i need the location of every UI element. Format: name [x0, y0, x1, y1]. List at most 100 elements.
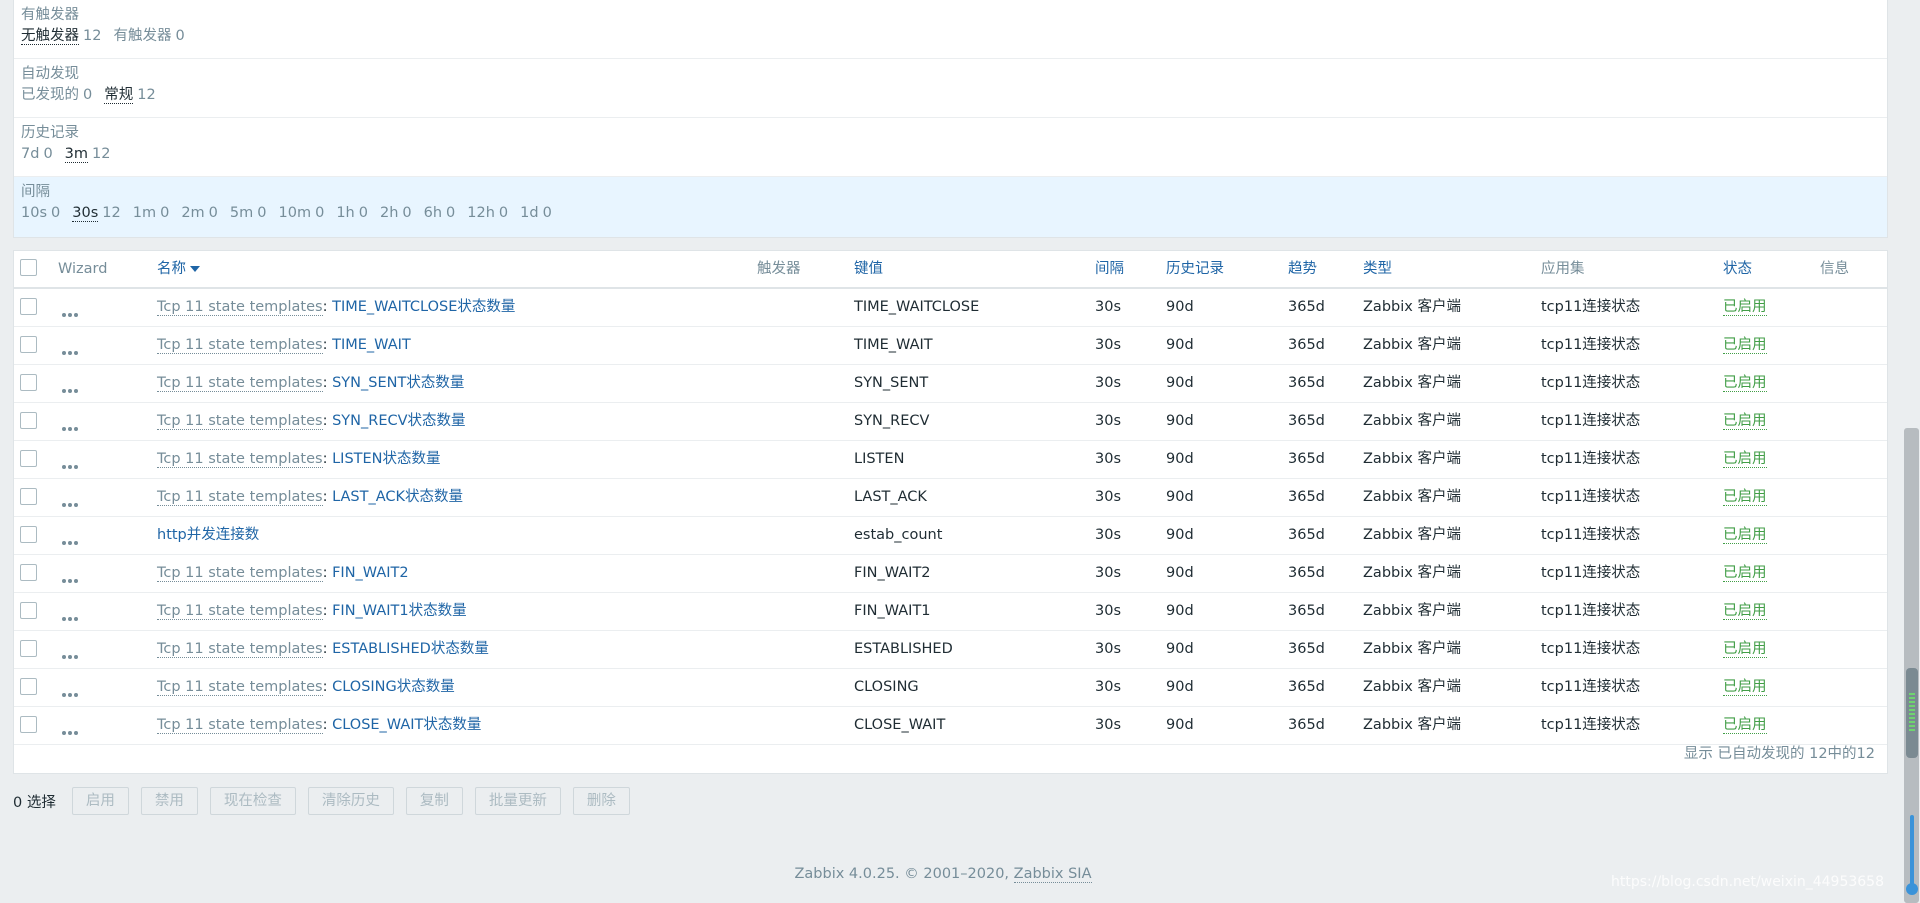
filter-option-label[interactable]: 7d	[21, 146, 39, 162]
action-button-4[interactable]: 复制	[405, 787, 463, 815]
filter-option[interactable]: 6h 0	[424, 202, 456, 224]
item-name-link[interactable]: SYN_RECV状态数量	[332, 413, 465, 429]
filter-option-label[interactable]: 1d	[520, 205, 538, 221]
row-checkbox[interactable]	[20, 602, 37, 619]
more-options-icon[interactable]	[62, 533, 80, 549]
row-checkbox[interactable]	[20, 640, 37, 657]
action-button-1[interactable]: 禁用	[140, 787, 198, 815]
item-name-link[interactable]: CLOSE_WAIT状态数量	[332, 717, 481, 733]
item-status-toggle[interactable]: 已启用	[1723, 489, 1767, 506]
filter-option[interactable]: 10m 0	[279, 202, 325, 224]
more-options-icon[interactable]	[62, 609, 80, 625]
template-link[interactable]: Tcp 11 state templates	[157, 717, 323, 734]
template-link[interactable]: Tcp 11 state templates	[157, 299, 323, 316]
item-status-toggle[interactable]: 已启用	[1723, 451, 1767, 468]
template-link[interactable]: Tcp 11 state templates	[157, 489, 323, 506]
filter-option[interactable]: 已发现的 0	[21, 84, 92, 106]
template-link[interactable]: Tcp 11 state templates	[157, 565, 323, 582]
filter-option-label[interactable]: 10s	[21, 205, 47, 221]
more-options-icon[interactable]	[62, 305, 80, 321]
item-status-toggle[interactable]: 已启用	[1723, 565, 1767, 582]
action-button-6[interactable]: 删除	[572, 787, 630, 815]
item-name-link[interactable]: FIN_WAIT1状态数量	[332, 603, 467, 619]
filter-option[interactable]: 5m 0	[230, 202, 267, 224]
filter-option[interactable]: 1m 0	[133, 202, 170, 224]
item-status-toggle[interactable]: 已启用	[1723, 375, 1767, 392]
filter-option-label[interactable]: 10m	[279, 205, 312, 221]
more-options-icon[interactable]	[62, 571, 80, 587]
filter-option-label[interactable]: 2m	[181, 205, 204, 221]
row-checkbox[interactable]	[20, 488, 37, 505]
template-link[interactable]: Tcp 11 state templates	[157, 641, 323, 658]
action-button-5[interactable]: 批量更新	[474, 787, 561, 815]
zabbix-sia-link[interactable]: Zabbix SIA	[1013, 866, 1092, 883]
column-interval[interactable]: 间隔	[1095, 251, 1124, 287]
column-history[interactable]: 历史记录	[1166, 251, 1224, 287]
row-checkbox[interactable]	[20, 298, 37, 315]
row-checkbox[interactable]	[20, 450, 37, 467]
filter-option[interactable]: 有触发器 0	[113, 25, 184, 47]
row-checkbox[interactable]	[20, 336, 37, 353]
template-link[interactable]: Tcp 11 state templates	[157, 337, 323, 354]
item-name-link[interactable]: CLOSING状态数量	[332, 679, 455, 695]
filter-option-label[interactable]: 30s	[72, 205, 99, 222]
item-name-link[interactable]: ESTABLISHED状态数量	[332, 641, 489, 657]
filter-option-label[interactable]: 5m	[230, 205, 253, 221]
more-options-icon[interactable]	[62, 457, 80, 473]
row-checkbox[interactable]	[20, 526, 37, 543]
column-type[interactable]: 类型	[1363, 251, 1392, 287]
item-status-toggle[interactable]: 已启用	[1723, 527, 1767, 544]
row-checkbox[interactable]	[20, 678, 37, 695]
item-name-link[interactable]: TIME_WAIT	[332, 337, 411, 353]
action-button-2[interactable]: 现在检查	[209, 787, 296, 815]
row-checkbox[interactable]	[20, 374, 37, 391]
more-options-icon[interactable]	[62, 495, 80, 511]
template-link[interactable]: Tcp 11 state templates	[157, 375, 323, 392]
action-button-0[interactable]: 启用	[71, 787, 129, 815]
filter-option-label[interactable]: 有触发器	[113, 28, 171, 44]
item-name-link[interactable]: http并发连接数	[157, 527, 259, 543]
column-name[interactable]: 名称	[157, 251, 200, 287]
filter-option[interactable]: 10s 0	[21, 202, 60, 224]
filter-option-label[interactable]: 常规	[104, 87, 134, 104]
filter-option[interactable]: 12h 0	[467, 202, 508, 224]
filter-option-label[interactable]: 3m	[64, 146, 89, 163]
filter-option[interactable]: 无触发器 12	[21, 25, 101, 47]
item-name-link[interactable]: LAST_ACK状态数量	[332, 489, 463, 505]
more-options-icon[interactable]	[62, 419, 80, 435]
item-status-toggle[interactable]: 已启用	[1723, 299, 1767, 316]
filter-option[interactable]: 1h 0	[336, 202, 368, 224]
item-status-toggle[interactable]: 已启用	[1723, 413, 1767, 430]
row-checkbox[interactable]	[20, 564, 37, 581]
filter-option[interactable]: 3m 12	[64, 143, 110, 165]
column-trends[interactable]: 趋势	[1288, 251, 1317, 287]
column-status[interactable]: 状态	[1723, 251, 1752, 287]
item-status-toggle[interactable]: 已启用	[1723, 679, 1767, 696]
more-options-icon[interactable]	[62, 723, 80, 739]
item-status-toggle[interactable]: 已启用	[1723, 603, 1767, 620]
row-checkbox[interactable]	[20, 716, 37, 733]
item-name-link[interactable]: FIN_WAIT2	[332, 565, 409, 581]
item-status-toggle[interactable]: 已启用	[1723, 641, 1767, 658]
filter-option-label[interactable]: 无触发器	[21, 28, 79, 45]
filter-option[interactable]: 30s 12	[72, 202, 121, 224]
filter-option-label[interactable]: 2h	[380, 205, 398, 221]
filter-option[interactable]: 7d 0	[21, 143, 53, 165]
more-options-icon[interactable]	[62, 685, 80, 701]
more-options-icon[interactable]	[62, 647, 80, 663]
more-options-icon[interactable]	[62, 343, 80, 359]
filter-option[interactable]: 2h 0	[380, 202, 412, 224]
filter-option[interactable]: 2m 0	[181, 202, 218, 224]
filter-option-label[interactable]: 12h	[467, 205, 495, 221]
item-name-link[interactable]: TIME_WAITCLOSE状态数量	[332, 299, 515, 315]
vertical-scrollbar[interactable]	[1903, 0, 1920, 903]
column-key[interactable]: 键值	[854, 251, 883, 287]
item-name-link[interactable]: LISTEN状态数量	[332, 451, 440, 467]
filter-option-label[interactable]: 6h	[424, 205, 442, 221]
template-link[interactable]: Tcp 11 state templates	[157, 413, 323, 430]
more-options-icon[interactable]	[62, 381, 80, 397]
filter-option[interactable]: 常规 12	[104, 84, 156, 106]
filter-option[interactable]: 1d 0	[520, 202, 552, 224]
item-name-link[interactable]: SYN_SENT状态数量	[332, 375, 464, 391]
filter-option-label[interactable]: 已发现的	[21, 87, 79, 103]
